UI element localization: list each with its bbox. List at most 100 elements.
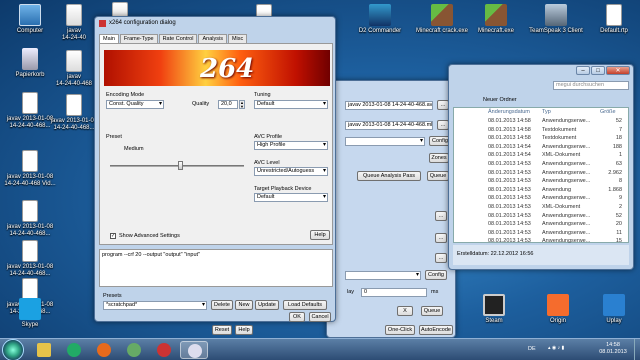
file-row[interactable]: 08.01.2013 14:53 Anwendungserwe... 8	[454, 178, 628, 186]
queue-analysis-button[interactable]: Queue Analysis Pass	[357, 171, 421, 181]
file-row[interactable]: 08.01.2013 14:53 Anwendungserwe... 52	[454, 213, 628, 221]
audio-config-button[interactable]: Config	[425, 270, 447, 280]
show-desktop-button[interactable]	[634, 339, 640, 360]
remove-button[interactable]: X	[397, 306, 413, 316]
command-line-box: program --crf 20 --output "output" "inpu…	[99, 249, 333, 287]
queue-audio-button[interactable]: Queue	[421, 306, 443, 316]
file-row[interactable]: 08.01.2013 14:53 Anwendungserwe... 63	[454, 161, 628, 169]
tray-icons[interactable]: ▴ ◉ ♪ ▮	[548, 345, 588, 355]
quality-input[interactable]: 20,0	[218, 100, 238, 109]
file-type: Anwendungserwe...	[542, 169, 591, 176]
desktop-icon[interactable]: javav 2013-01-08 14-24-40-468...	[2, 240, 58, 278]
file-row[interactable]: 08.01.2013 14:53 XML-Dokument 2	[454, 204, 628, 212]
file-row[interactable]: 08.01.2013 14:53 Anwendungserwe... 2.962	[454, 170, 628, 178]
taskbar-app[interactable]	[120, 341, 148, 359]
one-click-button[interactable]: One-Click	[385, 325, 415, 335]
desktop-icon[interactable]: javav 2013-01-08 14-24-40-468...	[2, 200, 58, 238]
preset-slider-thumb[interactable]	[178, 161, 183, 170]
tab-main[interactable]: Main	[99, 34, 119, 43]
avc-profile-select[interactable]: High Profile	[254, 141, 328, 150]
clock[interactable]: 14:58 08.01.2013	[596, 342, 630, 356]
browse-button[interactable]: ...	[435, 233, 447, 243]
file-row[interactable]: 08.01.2013 14:53 Anwendungserwe... 20	[454, 221, 628, 229]
file-row[interactable]: 08.01.2013 14:58 Textdokument 7	[454, 127, 628, 135]
help-button[interactable]: Help	[310, 230, 330, 240]
language-indicator[interactable]: DE	[528, 346, 536, 352]
quality-label: Quality	[192, 101, 210, 107]
playback-device-select[interactable]: Default	[254, 193, 328, 202]
maximize-button[interactable]: □	[591, 66, 605, 75]
update-preset-button[interactable]: Update	[255, 300, 279, 310]
start-button[interactable]	[2, 339, 24, 360]
cancel-button[interactable]: Cancel	[309, 312, 331, 322]
col-type[interactable]: Typ	[542, 109, 551, 115]
uplay-icon	[603, 294, 625, 316]
close-button[interactable]: ✕	[606, 66, 630, 75]
desktop-icon[interactable]: Skype	[2, 298, 58, 329]
avs-input-field[interactable]: javav 2013-01-08 14-24-40-468.avs	[345, 101, 433, 110]
encoder-select[interactable]	[345, 137, 425, 146]
megui-help-button[interactable]: Help	[235, 325, 253, 335]
desktop-icon[interactable]: Default.rtp	[586, 4, 640, 35]
browse-button[interactable]: ...	[435, 253, 447, 263]
desktop-icon[interactable]: D2 Commander	[352, 4, 408, 35]
tab-frame-type[interactable]: Frame-Type	[119, 34, 158, 43]
desktop-icon[interactable]: Uplay	[586, 294, 640, 325]
desktop-icon[interactable]: Origin	[530, 294, 586, 325]
file-row[interactable]: 08.01.2013 14:53 Anwendungserwe... 9	[454, 195, 628, 203]
audio-codec-select[interactable]	[345, 271, 421, 280]
avc-level-select[interactable]: Unrestricted/Autoguess	[254, 167, 328, 176]
zones-button[interactable]: Zones	[429, 153, 449, 163]
desktop-icon[interactable]: TeamSpeak 3 Client	[528, 4, 584, 35]
delay-field[interactable]: 0	[361, 288, 427, 297]
dialog-titlebar[interactable]: x264 configuration dialog	[95, 17, 335, 29]
queue-button[interactable]: Queue	[427, 171, 449, 181]
browse-button[interactable]: ...	[435, 211, 447, 221]
preset-slider-track[interactable]	[110, 165, 244, 167]
taskbar-firefox[interactable]	[90, 341, 118, 359]
file-row[interactable]: 08.01.2013 14:53 Anwendungserwe... 11	[454, 230, 628, 238]
taskbar-megui[interactable]	[180, 341, 208, 359]
tuning-select[interactable]: Default	[254, 100, 328, 109]
presets-select[interactable]: *scratchpad*	[103, 301, 207, 310]
desktop-icon[interactable]: Minecraft crack.exe	[414, 4, 470, 35]
show-advanced-checkbox[interactable]: ✓	[110, 233, 116, 239]
file-type: Anwendungserwe...	[542, 161, 591, 167]
tab-analysis[interactable]: Analysis	[198, 34, 227, 43]
quality-spinner[interactable]: ▲ ▼	[239, 100, 245, 109]
taskbar-explorer[interactable]	[30, 341, 58, 359]
tab-misc[interactable]: Misc	[227, 34, 248, 43]
desktop-icon-label: Minecraft crack.exe	[415, 28, 469, 34]
file-row[interactable]: 08.01.2013 14:54 XML-Dokument 1	[454, 152, 628, 160]
desktop-icon-label: D2 Commander	[358, 28, 402, 34]
delete-preset-button[interactable]: Delete	[211, 300, 233, 310]
output-file-field[interactable]: javav 2013-01-08 14-24-40-468.mkv	[345, 121, 433, 130]
file-type: XML-Dokument	[542, 152, 581, 159]
autoencode-button[interactable]: AutoEncode	[419, 325, 453, 335]
tab-rate-control[interactable]: Rate Control	[158, 34, 198, 43]
load-defaults-button[interactable]: Load Defaults	[283, 300, 327, 310]
file-row[interactable]: 08.01.2013 14:53 Anwendung 1.868	[454, 187, 628, 195]
new-folder-button[interactable]: Neuer Ordner	[483, 97, 517, 103]
minimize-button[interactable]: –	[576, 66, 590, 75]
file-row[interactable]: 08.01.2013 14:58 Textdokument 18	[454, 135, 628, 143]
file-row[interactable]: 08.01.2013 14:58 Anwendungserwe... 52	[454, 118, 628, 126]
file-size: 52	[615, 212, 622, 219]
new-preset-button[interactable]: New	[235, 300, 253, 310]
search-input[interactable]: megui durchsuchen	[553, 81, 629, 90]
taskbar-app[interactable]	[150, 341, 178, 359]
taskbar-media-player[interactable]	[60, 341, 88, 359]
desktop-icon[interactable]: Minecraft.exe	[468, 4, 524, 35]
col-date[interactable]: Änderungsdatum	[488, 109, 530, 115]
doc-icon	[22, 92, 38, 114]
doc-icon	[22, 150, 38, 172]
ok-button[interactable]: OK	[289, 312, 305, 322]
file-size: 1.868	[608, 186, 622, 193]
encoding-mode-select[interactable]: Const. Quality	[106, 100, 164, 109]
col-size[interactable]: Größe	[600, 109, 616, 115]
desktop-icon-label: javav 2013-01-08 14-24-40-468 Vid...	[4, 174, 56, 187]
reset-button[interactable]: Reset	[212, 325, 232, 335]
desktop-icon[interactable]: Steam	[466, 294, 522, 325]
desktop-icon[interactable]: javav 2013-01-08 14-24-40-468 Vid...	[2, 150, 58, 188]
file-row[interactable]: 08.01.2013 14:54 Anwendungserwe... 188	[454, 144, 628, 152]
